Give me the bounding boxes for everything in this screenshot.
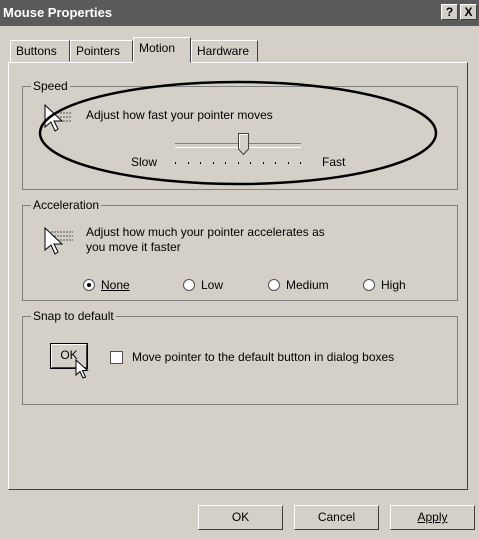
acceleration-group: Acceleration Adjust how much your pointe… <box>22 198 458 301</box>
apply-button[interactable]: Apply <box>390 505 475 530</box>
slider-tick <box>225 162 226 164</box>
slider-tick <box>250 162 251 164</box>
cancel-button[interactable]: Cancel <box>294 505 379 530</box>
radio-none-label: None <box>101 278 130 292</box>
snap-checkbox[interactable] <box>110 351 123 364</box>
speed-group: Speed Adjust how fast your pointer moves… <box>22 79 458 190</box>
acceleration-group-label: Acceleration <box>31 198 102 212</box>
slider-ticks <box>175 162 301 165</box>
ok-button[interactable]: OK <box>198 505 283 530</box>
radio-high-circle[interactable] <box>363 279 375 291</box>
radio-none-circle[interactable] <box>83 279 95 291</box>
slider-tick <box>238 162 239 164</box>
radio-medium-label: Medium <box>286 278 329 292</box>
tab-pointers[interactable]: Pointers <box>70 40 133 62</box>
acceleration-description-line2: you move it faster <box>86 240 181 254</box>
window-title: Mouse Properties <box>3 5 113 20</box>
radio-low-circle[interactable] <box>183 279 195 291</box>
slider-tick <box>288 162 289 164</box>
pointer-acceleration-icon <box>44 226 73 255</box>
radio-medium-circle[interactable] <box>268 279 280 291</box>
snap-checkbox-label: Move pointer to the default button in di… <box>132 350 395 364</box>
snap-group: Snap to default OK Move pointer to the d… <box>22 309 458 405</box>
close-button[interactable]: X <box>460 4 477 20</box>
tab-buttons[interactable]: Buttons <box>10 40 70 62</box>
acceleration-description-line1: Adjust how much your pointer accelerates… <box>86 225 325 239</box>
motion-panel: Speed Adjust how fast your pointer moves… <box>8 62 468 490</box>
tab-hardware[interactable]: Hardware <box>191 40 258 62</box>
mouse-properties-window: Mouse Properties ? X Buttons Pointers Mo… <box>0 0 479 539</box>
slider-tick <box>188 162 189 164</box>
speed-description: Adjust how fast your pointer moves <box>86 108 273 122</box>
speed-slow-label: Slow <box>131 155 158 169</box>
slider-tick <box>213 162 214 164</box>
pointer-speed-icon <box>44 103 71 132</box>
radio-low-label: Low <box>201 278 224 292</box>
tab-motion[interactable]: Motion <box>133 37 191 63</box>
speed-fast-label: Fast <box>322 155 346 169</box>
slider-tick <box>300 162 301 164</box>
radio-selected-dot <box>87 283 91 287</box>
mouse-cursor-icon <box>75 359 89 379</box>
slider-tick <box>200 162 201 164</box>
speed-group-label: Speed <box>31 79 70 93</box>
slider-tick <box>175 162 176 164</box>
slider-tick <box>275 162 276 164</box>
speed-slider[interactable] <box>175 133 301 173</box>
slider-thumb[interactable] <box>238 133 249 155</box>
help-button[interactable]: ? <box>441 4 458 20</box>
slider-tick <box>263 162 264 164</box>
radio-high-label: High <box>381 278 406 292</box>
title-bar[interactable]: Mouse Properties ? X <box>0 0 479 26</box>
snap-group-label: Snap to default <box>31 309 116 323</box>
